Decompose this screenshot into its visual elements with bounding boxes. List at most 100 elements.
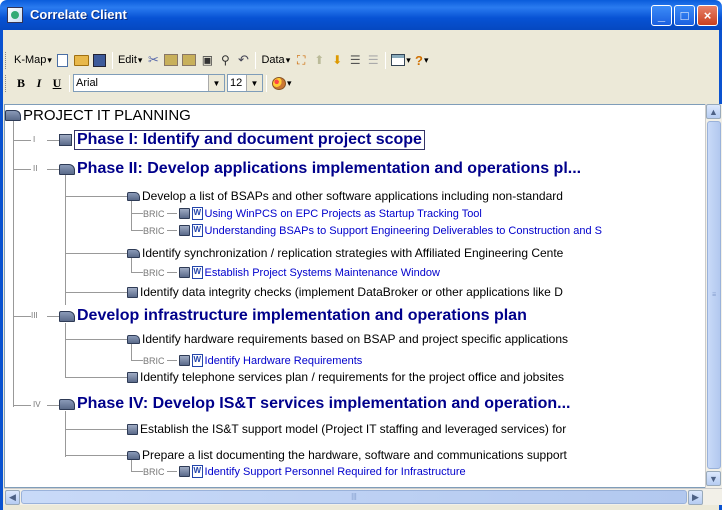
horizontal-scrollbar[interactable]: ◀ ||| ▶ — [4, 488, 722, 505]
open-button[interactable] — [72, 50, 91, 70]
node-icon — [127, 286, 138, 298]
toolbar-grip[interactable] — [5, 51, 8, 69]
knowledge-map-tree[interactable]: PROJECT IT PLANNING I Phase I: Identify … — [4, 104, 707, 488]
arrow-down-icon: ⬇ — [332, 53, 343, 67]
document-link[interactable]: BRIC Identify Support Personnel Required… — [143, 465, 466, 478]
outdent-button[interactable]: ☰ — [364, 50, 382, 70]
new-document-button[interactable] — [54, 50, 72, 70]
edit-menu-button[interactable]: Edit — [116, 50, 145, 70]
document-link[interactable]: BRIC Using WinPCS on EPC Projects as Sta… — [143, 207, 482, 220]
cut-button[interactable]: ✂ — [144, 50, 162, 70]
document-link[interactable]: BRIC Identify Hardware Requirements — [143, 354, 362, 367]
item-label: Establish the IS&T support model (Projec… — [140, 422, 567, 436]
view-menu-button[interactable] — [389, 50, 413, 70]
chevron-down-icon[interactable]: ▼ — [208, 75, 224, 91]
bric-label: BRIC — [143, 466, 165, 477]
phase-number: IV — [33, 400, 41, 409]
maximize-button[interactable]: □ — [674, 5, 695, 26]
node-icon — [178, 355, 190, 366]
folder-icon — [127, 450, 140, 460]
bric-label: BRIC — [143, 267, 165, 278]
chevron-down-icon[interactable]: ▼ — [246, 75, 262, 91]
new-document-icon — [57, 53, 69, 67]
root-label: PROJECT IT PLANNING — [23, 107, 191, 124]
arrow-up-icon: ⬆ — [314, 53, 325, 67]
vertical-scroll-thumb[interactable]: ≡ — [707, 121, 721, 469]
folder-icon — [59, 398, 75, 410]
undo-button[interactable]: ↶ — [234, 50, 252, 70]
tree-item[interactable]: Develop a list of BSAPs and other softwa… — [127, 189, 563, 203]
bric-label: BRIC — [143, 208, 165, 219]
color-button[interactable] — [270, 73, 294, 93]
font-select[interactable]: Arial ▼ — [73, 74, 225, 92]
move-down-button[interactable]: ⬇ — [328, 50, 346, 70]
item-label: Identify telephone services plan / requi… — [140, 370, 565, 384]
scroll-down-button[interactable]: ▼ — [706, 471, 721, 486]
move-up-button[interactable]: ⬆ — [310, 50, 328, 70]
tree-item[interactable]: Establish the IS&T support model (Projec… — [127, 422, 566, 436]
word-document-icon — [191, 207, 203, 220]
scroll-up-button[interactable]: ▲ — [706, 104, 721, 119]
data-menu-button[interactable]: Data — [259, 50, 292, 70]
word-document-icon — [191, 354, 203, 367]
properties-button[interactable]: ▣ — [198, 50, 216, 70]
font-size-select[interactable]: 12 ▼ — [227, 74, 263, 92]
indent-button[interactable]: ☰ — [346, 50, 364, 70]
scroll-right-button[interactable]: ▶ — [688, 490, 703, 505]
folder-icon — [5, 110, 21, 121]
font-select-value: Arial — [76, 77, 99, 89]
bold-button[interactable]: B — [12, 73, 30, 93]
phase-number: III — [31, 311, 38, 320]
minimize-button[interactable]: _ — [651, 5, 672, 26]
paste-button[interactable] — [180, 50, 198, 70]
word-document-icon — [191, 266, 203, 279]
phase-title: Phase IV: Develop IS&T services implemen… — [77, 395, 571, 412]
phase-title: Develop infrastructure implementation an… — [77, 307, 527, 324]
italic-button[interactable]: I — [30, 73, 48, 93]
item-label: Prepare a list documenting the hardware,… — [142, 448, 567, 462]
link-label: Using WinPCS on EPC Projects as Startup … — [204, 207, 482, 220]
bric-label: BRIC — [143, 225, 165, 236]
phase-number: I — [33, 135, 36, 144]
item-label: Identify synchronization / replication s… — [142, 246, 564, 260]
tree-item[interactable]: Prepare a list documenting the hardware,… — [127, 448, 567, 462]
scroll-left-button[interactable]: ◀ — [5, 490, 20, 505]
tree-node-phase-4[interactable]: Phase IV: Develop IS&T services implemen… — [59, 395, 570, 413]
tree-root[interactable]: PROJECT IT PLANNING — [5, 107, 191, 124]
node-icon — [127, 423, 138, 435]
tree-node-phase-3[interactable]: Develop infrastructure implementation an… — [59, 307, 527, 325]
properties-icon: ▣ — [201, 53, 214, 67]
document-link[interactable]: BRIC Understanding BSAPs to Support Engi… — [143, 224, 602, 237]
node-icon — [178, 466, 190, 477]
font-size-value: 12 — [230, 77, 243, 89]
horizontal-scroll-thumb[interactable]: ||| — [21, 490, 687, 504]
link-label: Identify Hardware Requirements — [204, 354, 363, 367]
folder-icon — [59, 310, 75, 322]
tree-item[interactable]: Identify hardware requirements based on … — [127, 332, 568, 346]
kmap-menu-button[interactable]: K-Map — [12, 50, 54, 70]
save-button[interactable] — [91, 50, 109, 70]
help-menu-button[interactable]: ? — [413, 50, 431, 70]
node-icon — [59, 134, 72, 146]
tree-item[interactable]: Identify synchronization / replication s… — [127, 246, 563, 260]
tree-node-phase-2[interactable]: Phase II: Develop applications implement… — [59, 160, 581, 178]
phase-title: Phase I: Identify and document project s… — [74, 130, 425, 150]
toolbar-grip[interactable] — [5, 74, 8, 92]
copy-button[interactable] — [162, 50, 180, 70]
document-link[interactable]: BRIC Establish Project Systems Maintenan… — [143, 266, 440, 279]
phase-number: II — [33, 164, 38, 173]
save-icon — [93, 53, 107, 67]
folder-icon — [127, 191, 140, 201]
word-document-icon — [191, 465, 203, 478]
node-icon — [178, 267, 190, 278]
tree-item[interactable]: Identify telephone services plan / requi… — [127, 370, 564, 384]
close-button[interactable]: × — [697, 5, 718, 26]
indent-icon: ☰ — [349, 53, 361, 67]
chart-button[interactable]: ⛶ — [292, 50, 310, 70]
find-button[interactable]: ⚲ — [216, 50, 234, 70]
tree-node-phase-1[interactable]: Phase I: Identify and document project s… — [59, 130, 425, 150]
tree-item[interactable]: Identify data integrity checks (implemen… — [127, 285, 563, 299]
underline-button[interactable]: U — [48, 73, 66, 93]
vertical-scrollbar[interactable]: ▲ ≡ ▼ — [705, 104, 722, 488]
node-icon — [178, 225, 190, 236]
